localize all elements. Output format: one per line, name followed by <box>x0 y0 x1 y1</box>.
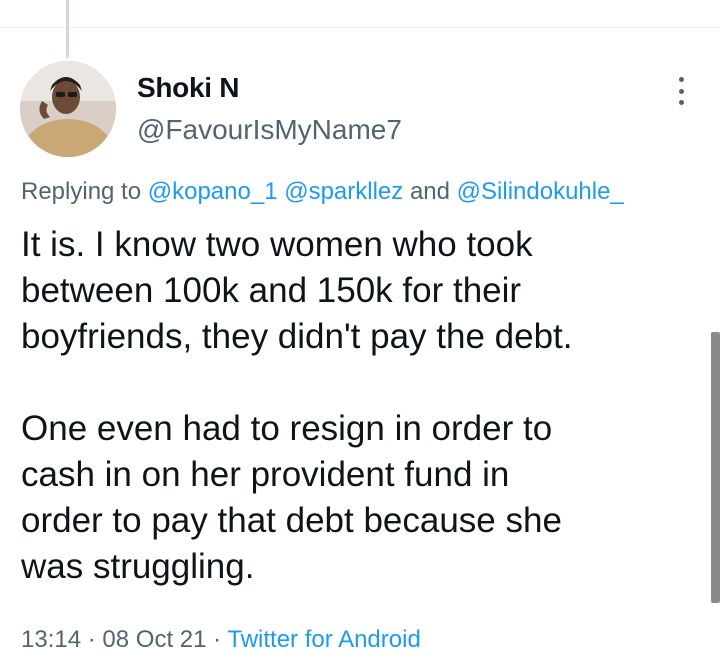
tweet-line: between 100k and 150k for their <box>21 271 522 310</box>
tweet-line: order to pay that debt because she <box>21 501 562 540</box>
tweet-metadata: 13:14 · 08 Oct 21 · Twitter for Android <box>21 626 421 654</box>
tweet-date[interactable]: 08 Oct 21 <box>102 626 206 653</box>
user-handle[interactable]: @FavourIsMyName7 <box>137 114 402 146</box>
mention-joiner: and <box>409 178 450 205</box>
replying-prefix: Replying to <box>21 178 142 205</box>
separator: · <box>213 626 222 653</box>
replying-to: Replying to @kopano_1 @sparkllez and @Si… <box>21 178 624 206</box>
avatar[interactable] <box>20 61 116 157</box>
tweet-line: One even had to resign in order to <box>21 409 553 448</box>
divider <box>0 27 720 28</box>
tweet-line: It is. I know two women who took <box>21 225 533 264</box>
mention-link[interactable]: @kopano_1 <box>148 178 278 205</box>
dot <box>678 100 684 105</box>
tweet-source-link[interactable]: Twitter for Android <box>227 626 420 653</box>
tweet-text: It is. I know two women who took between… <box>21 222 711 590</box>
mention-link[interactable]: @sparkllez <box>284 178 403 205</box>
display-name[interactable]: Shoki N <box>137 72 239 104</box>
tweet-line: was struggling. <box>21 547 255 586</box>
dot <box>678 88 684 94</box>
tweet-line: cash in on her provident fund in <box>21 455 510 494</box>
mention-link[interactable]: @Silindokuhle_ <box>457 178 624 205</box>
separator: · <box>87 626 96 653</box>
thread-connector-line <box>66 0 69 58</box>
avatar-image <box>20 61 116 157</box>
tweet-time[interactable]: 13:14 <box>21 626 81 653</box>
more-vertical-icon[interactable] <box>671 75 691 107</box>
scrollbar-thumb[interactable] <box>711 332 720 603</box>
dot <box>678 77 684 82</box>
tweet-line: boyfriends, they didn't pay the debt. <box>21 317 573 356</box>
